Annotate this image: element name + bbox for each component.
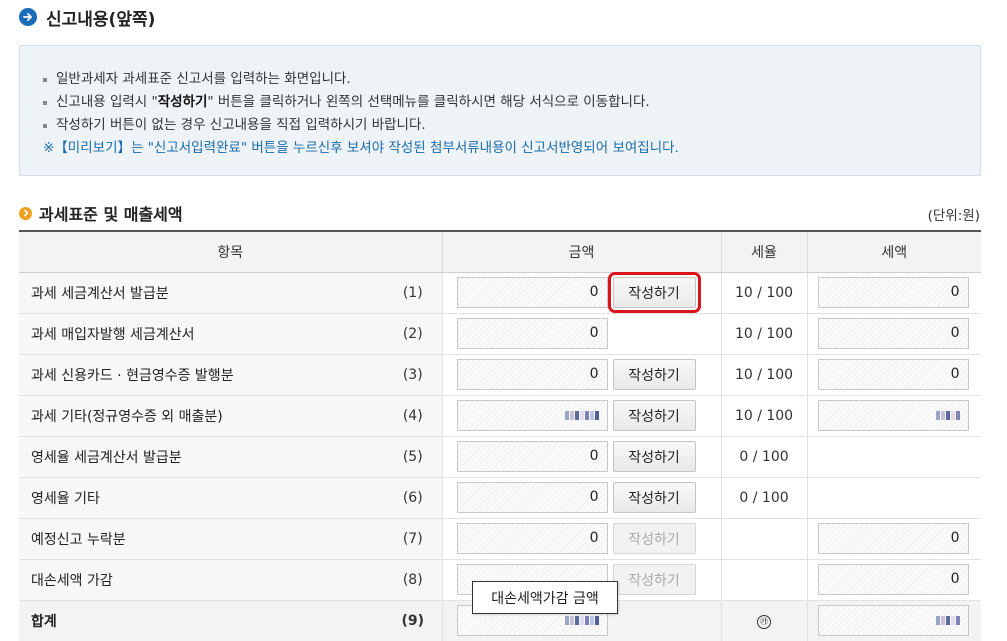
row-label: 영세율 기타	[19, 477, 384, 519]
circled-ga-mark: ㉮	[757, 614, 772, 629]
section-title: 과세표준 및 매출세액	[19, 203, 183, 224]
page-title: 신고내용(앞쪽)	[19, 6, 156, 30]
row-label: 과세 매입자발행 세금계산서	[19, 313, 384, 355]
tax-input[interactable]	[817, 605, 969, 636]
row-label: 대손세액 가감	[19, 559, 384, 601]
section-title-text: 과세표준 및 매출세액	[39, 205, 183, 224]
tax-cell: 0	[806, 559, 982, 601]
row-number: (9)	[384, 600, 443, 641]
amount-cell: 0 작성하기	[441, 477, 722, 519]
row-label: 합계	[19, 600, 384, 641]
rate-cell	[720, 559, 808, 601]
tax-input[interactable]: 0	[817, 564, 969, 595]
rate-cell: 10 / 100	[720, 354, 808, 396]
tax-cell	[806, 395, 982, 437]
table-row: 영세율 기타 (6) 0 작성하기 0 / 100	[19, 477, 982, 519]
tax-cell: 0	[806, 313, 982, 355]
tax-cell	[806, 600, 982, 641]
masked-value	[935, 410, 960, 420]
amount-input[interactable]: 0	[456, 359, 608, 390]
row-label: 과세 세금계산서 발급분	[19, 272, 384, 314]
tax-input[interactable]: 0	[817, 277, 969, 308]
page-title-text: 신고내용(앞쪽)	[46, 9, 156, 30]
write-button[interactable]: 작성하기	[607, 272, 701, 313]
row-number: (7)	[384, 518, 443, 560]
bullet-icon	[43, 123, 47, 128]
amount-cell: 0 작성하기	[441, 436, 722, 478]
info-box: 일반과세자 과세표준 신고서를 입력하는 화면입니다. 신고내용 입력시 " 작성…	[19, 45, 981, 176]
write-button[interactable]: 작성하기	[612, 441, 696, 472]
amount-input[interactable]: 0	[456, 523, 608, 554]
tax-cell	[806, 436, 982, 478]
row-number: (8)	[384, 559, 443, 601]
arrow-right-circle-icon	[19, 8, 37, 26]
write-button: 작성하기	[612, 523, 696, 554]
row-number: (3)	[384, 354, 443, 396]
table-row: 예정신고 누락분 (7) 0 작성하기 0	[19, 518, 982, 560]
tax-input[interactable]	[817, 400, 969, 431]
write-button[interactable]: 작성하기	[612, 400, 696, 431]
write-button[interactable]: 작성하기	[612, 482, 696, 513]
amount-input[interactable]: 0	[456, 482, 608, 513]
rate-cell: 10 / 100	[720, 272, 808, 314]
row-label: 과세 신용카드 · 현금영수증 발행분	[19, 354, 384, 396]
table-row: 과세 매입자발행 세금계산서 (2) 0 10 / 100 0	[19, 313, 982, 355]
tax-cell	[806, 477, 982, 519]
tax-input[interactable]: 0	[817, 523, 969, 554]
amount-cell: 작성하기	[441, 395, 722, 437]
row-number: (5)	[384, 436, 443, 478]
tax-base-table: 항목 금액 세율 세액 과세 세금계산서 발급분 (1) 0 작성하기 10 / 100…	[19, 230, 982, 641]
rate-cell: ㉮	[720, 600, 808, 641]
row-number: (6)	[384, 477, 443, 519]
tooltip: 대손세액가감 금액	[472, 581, 618, 614]
write-button: 작성하기	[612, 564, 696, 595]
amount-input[interactable]: 0	[456, 277, 608, 308]
amount-input[interactable]: 0	[456, 318, 608, 349]
bullet-icon	[43, 100, 47, 105]
info-line-1: 일반과세자 과세표준 신고서를 입력하는 화면입니다.	[43, 68, 980, 91]
row-label: 영세율 세금계산서 발급분	[19, 436, 384, 478]
tax-cell: 0	[806, 272, 982, 314]
rate-cell: 0 / 100	[720, 436, 808, 478]
header-item: 항목	[19, 230, 443, 273]
amount-cell: 0 작성하기	[441, 354, 722, 396]
table-row: 과세 신용카드 · 현금영수증 발행분 (3) 0 작성하기 10 / 100 0	[19, 354, 982, 396]
row-number: (4)	[384, 395, 443, 437]
masked-value	[935, 615, 960, 625]
row-number: (1)	[384, 272, 443, 314]
row-label: 과세 기타(정규영수증 외 매출분)	[19, 395, 384, 437]
table-row: 영세율 세금계산서 발급분 (5) 0 작성하기 0 / 100	[19, 436, 982, 478]
section-arrow-icon	[19, 206, 32, 220]
rate-cell	[720, 518, 808, 560]
table-row: 과세 세금계산서 발급분 (1) 0 작성하기 10 / 100 0	[19, 272, 982, 314]
write-button[interactable]: 작성하기	[612, 359, 696, 390]
header-tax: 세액	[806, 230, 982, 273]
tax-input[interactable]: 0	[817, 318, 969, 349]
rate-cell: 0 / 100	[720, 477, 808, 519]
rate-cell: 10 / 100	[720, 313, 808, 355]
amount-input[interactable]	[456, 400, 608, 431]
info-line-2: 신고내용 입력시 " 작성하기 " 버튼을 클릭하거나 왼쪽의 선택메뉴를 클릭하시…	[43, 91, 980, 114]
unit-label: (단위:원)	[927, 208, 980, 224]
masked-value	[564, 615, 599, 625]
rate-cell: 10 / 100	[720, 395, 808, 437]
amount-input[interactable]: 0	[456, 441, 608, 472]
table-row: 과세 기타(정규영수증 외 매출분) (4) 작성하기 10 / 100	[19, 395, 982, 437]
amount-cell: 0 작성하기	[441, 518, 722, 560]
tax-cell: 0	[806, 518, 982, 560]
info-note: ※【미리보기】는 "신고서입력완료" 버튼을 누르신후 보셔야 작성된 첨부서류…	[43, 140, 679, 156]
amount-cell: 0	[441, 313, 722, 355]
row-label: 예정신고 누락분	[19, 518, 384, 560]
row-number: (2)	[384, 313, 443, 355]
amount-cell: 0 작성하기	[441, 272, 722, 314]
tax-input[interactable]: 0	[817, 359, 969, 390]
header-amount: 금액	[441, 230, 722, 273]
header-rate: 세율	[720, 230, 808, 273]
bullet-icon	[43, 77, 47, 82]
masked-value	[564, 410, 599, 420]
info-line-3: 작성하기 버튼이 없는 경우 신고내용을 직접 입력하시기 바랍니다.	[43, 114, 980, 137]
tax-cell: 0	[806, 354, 982, 396]
